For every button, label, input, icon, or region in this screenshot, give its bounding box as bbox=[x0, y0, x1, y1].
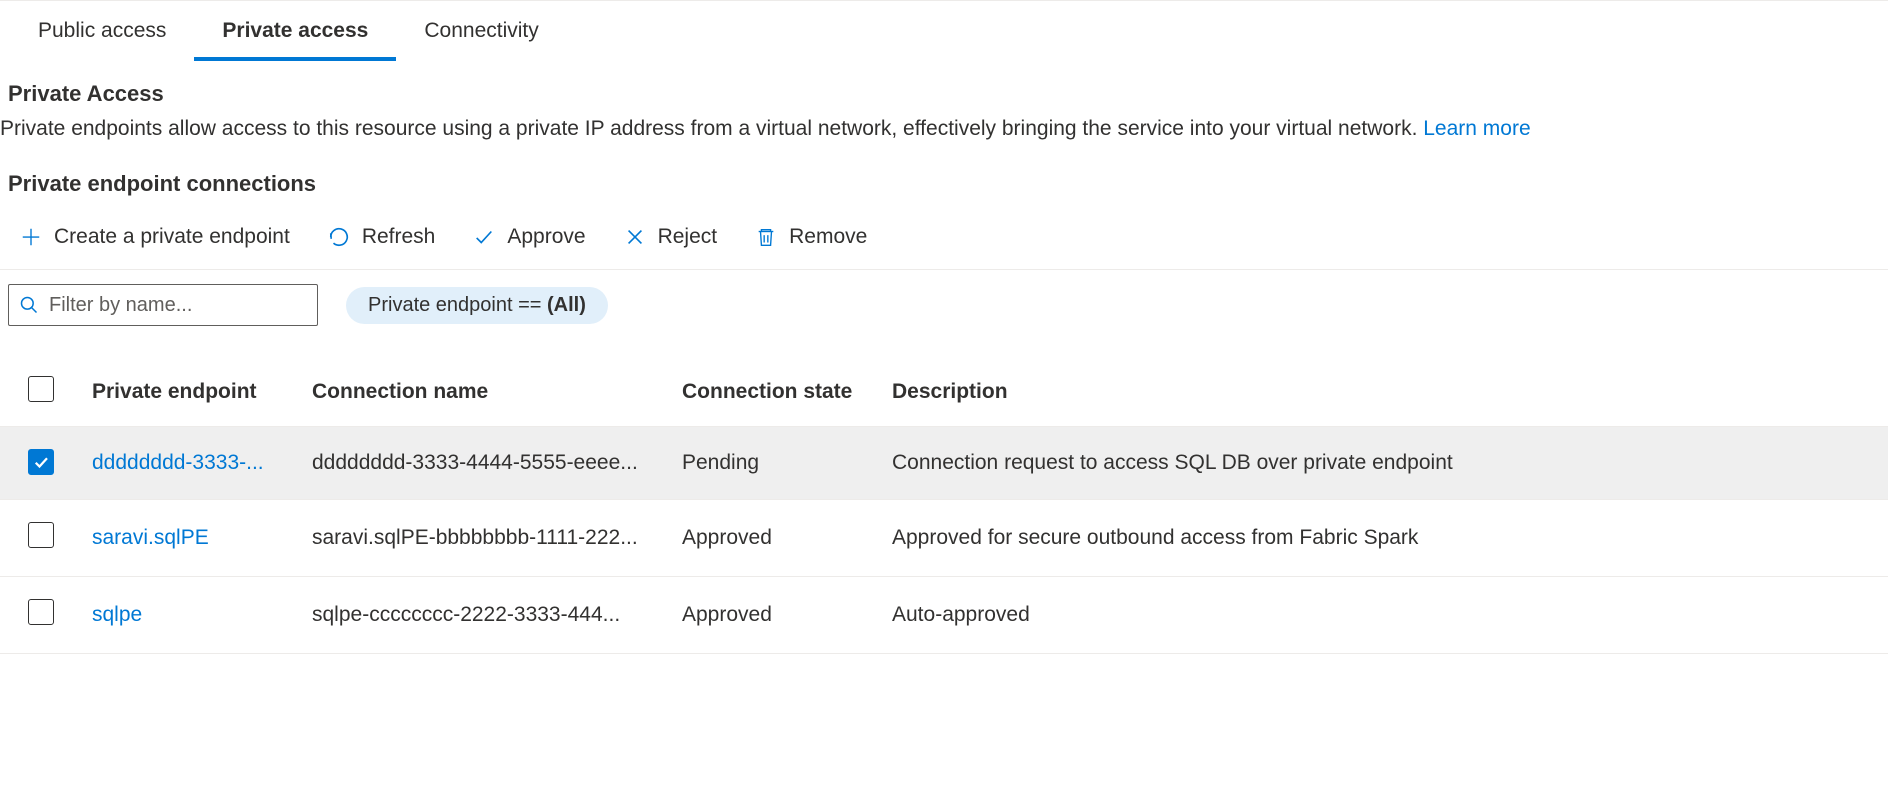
table-row[interactable]: dddddddd-3333-... dddddddd-3333-4444-555… bbox=[0, 427, 1888, 500]
section-description-text: Private endpoints allow access to this r… bbox=[0, 117, 1423, 140]
filter-input-wrap[interactable] bbox=[8, 284, 318, 326]
select-all-checkbox[interactable] bbox=[28, 376, 54, 402]
create-button-label: Create a private endpoint bbox=[54, 225, 290, 249]
private-endpoints-table: Private endpoint Connection name Connect… bbox=[0, 360, 1888, 654]
connection-name-cell: dddddddd-3333-4444-5555-eeee... bbox=[300, 427, 670, 500]
description-cell: Auto-approved bbox=[880, 577, 1888, 654]
reject-button[interactable]: Reject bbox=[620, 221, 722, 253]
filter-row: Private endpoint == (All) bbox=[0, 270, 1888, 340]
approve-button[interactable]: Approve bbox=[469, 221, 589, 253]
toolbar: Create a private endpoint Refresh Approv… bbox=[0, 213, 1888, 270]
description-cell: Connection request to access SQL DB over… bbox=[880, 427, 1888, 500]
private-endpoint-link[interactable]: dddddddd-3333-... bbox=[92, 451, 264, 474]
filter-pill-value: (All) bbox=[547, 294, 586, 316]
remove-button[interactable]: Remove bbox=[751, 221, 871, 253]
tab-connectivity[interactable]: Connectivity bbox=[396, 1, 566, 61]
learn-more-link[interactable]: Learn more bbox=[1423, 117, 1530, 140]
col-header-description[interactable]: Description bbox=[880, 360, 1888, 427]
section-description: Private endpoints allow access to this r… bbox=[0, 117, 1888, 171]
col-header-connection-state[interactable]: Connection state bbox=[670, 360, 880, 427]
row-checkbox[interactable] bbox=[28, 599, 54, 625]
description-cell: Approved for secure outbound access from… bbox=[880, 500, 1888, 577]
table-row[interactable]: saravi.sqlPE saravi.sqlPE-bbbbbbbb-1111-… bbox=[0, 500, 1888, 577]
tabs: Public access Private access Connectivit… bbox=[0, 1, 1888, 61]
row-checkbox[interactable] bbox=[28, 522, 54, 548]
refresh-button[interactable]: Refresh bbox=[324, 221, 440, 253]
col-header-private-endpoint[interactable]: Private endpoint bbox=[80, 360, 300, 427]
section-title: Private Access bbox=[8, 81, 1888, 117]
search-icon bbox=[19, 295, 39, 315]
tab-public-access[interactable]: Public access bbox=[10, 1, 194, 61]
private-endpoint-link[interactable]: sqlpe bbox=[92, 603, 142, 626]
remove-button-label: Remove bbox=[789, 225, 867, 249]
connection-state-cell: Approved bbox=[670, 577, 880, 654]
check-icon bbox=[473, 226, 495, 248]
plus-icon bbox=[20, 226, 42, 248]
create-private-endpoint-button[interactable]: Create a private endpoint bbox=[16, 221, 294, 253]
connection-name-cell: saravi.sqlPE-bbbbbbbb-1111-222... bbox=[300, 500, 670, 577]
table-row[interactable]: sqlpe sqlpe-cccccccc-2222-3333-444... Ap… bbox=[0, 577, 1888, 654]
connection-state-cell: Pending bbox=[670, 427, 880, 500]
filter-pill-private-endpoint[interactable]: Private endpoint == (All) bbox=[346, 287, 608, 324]
filter-input[interactable] bbox=[49, 294, 314, 317]
table-header-row: Private endpoint Connection name Connect… bbox=[0, 360, 1888, 427]
approve-button-label: Approve bbox=[507, 225, 585, 249]
refresh-button-label: Refresh bbox=[362, 225, 436, 249]
col-header-select bbox=[0, 360, 80, 427]
col-header-connection-name[interactable]: Connection name bbox=[300, 360, 670, 427]
private-endpoint-link[interactable]: saravi.sqlPE bbox=[92, 526, 209, 549]
x-icon bbox=[624, 226, 646, 248]
connection-name-cell: sqlpe-cccccccc-2222-3333-444... bbox=[300, 577, 670, 654]
checkmark-icon bbox=[32, 453, 50, 471]
refresh-icon bbox=[328, 226, 350, 248]
filter-pill-prefix: Private endpoint == bbox=[368, 294, 547, 316]
row-checkbox[interactable] bbox=[28, 449, 54, 475]
reject-button-label: Reject bbox=[658, 225, 718, 249]
trash-icon bbox=[755, 226, 777, 248]
tab-private-access[interactable]: Private access bbox=[194, 1, 396, 61]
connection-state-cell: Approved bbox=[670, 500, 880, 577]
subsection-title: Private endpoint connections bbox=[8, 171, 1888, 213]
